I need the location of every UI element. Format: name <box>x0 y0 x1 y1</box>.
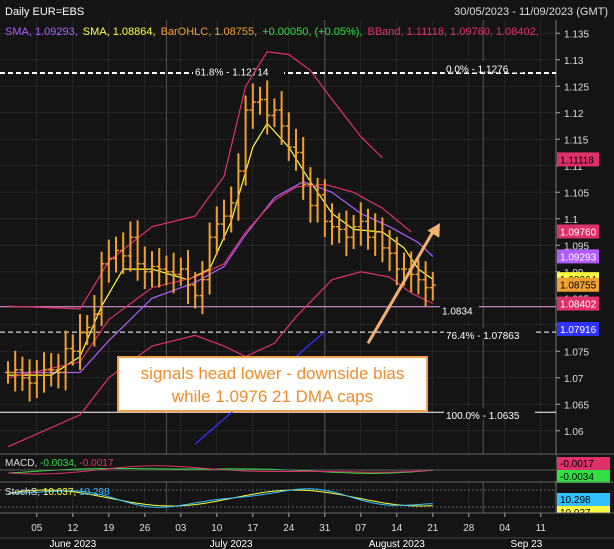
x-tick-label: 17 <box>247 523 259 534</box>
macd-legend: MACD, -0.0034, -0.0017 <box>5 458 114 469</box>
legend-entry: SMA, 1.09293, <box>5 26 78 38</box>
price-tag-label: 1.07916 <box>560 325 597 336</box>
legend-entry: +0.00050, (+0.05%), <box>262 26 362 38</box>
y-tick-label: 1.105 <box>564 188 589 199</box>
x-month-label: Sep 23 <box>511 539 543 549</box>
y-tick-label: 1.065 <box>564 400 589 411</box>
y-tick-label: 1.06 <box>564 427 584 438</box>
y-tick-label: 1.13 <box>564 56 584 67</box>
x-month-label: August 2023 <box>369 539 426 549</box>
price-tag-label: 1.11118 <box>560 155 594 166</box>
x-tick-label: 14 <box>391 523 403 534</box>
y-tick-label: 1.125 <box>564 82 589 93</box>
price-tag-label: 1.08755 <box>560 281 597 292</box>
legend-entry: SMA, 1.08864, <box>83 26 156 38</box>
date-range: 30/05/2023 - 11/09/2023 (GMT) <box>454 6 608 18</box>
y-tick-label: 1.1 <box>564 215 578 226</box>
indicator-legend: SMA, 1.09293, SMA, 1.08864, BarOHLC, 1.087… <box>5 26 539 38</box>
macd-tag-label: -0.0017 <box>560 459 594 470</box>
x-tick-label: 04 <box>499 523 511 534</box>
x-month-label: June 2023 <box>49 539 96 549</box>
price-tag-label: 1.08402 <box>560 300 597 311</box>
legend-entry: BBand, 1.11118, 1.09760, 1.08402, <box>367 26 538 38</box>
x-axis: 05 12 19 26 03 10 17 24 31 07 14 21 28 04 11 June 2023 J… <box>0 512 614 549</box>
y-tick-label: 1.12 <box>564 109 584 120</box>
y-tick-label: 1.115 <box>564 135 589 146</box>
price-tag-label: 1.09293 <box>560 252 597 263</box>
stochs-signal-value: 10.298 <box>79 487 110 498</box>
macd-signal-value: -0.0017 <box>79 458 113 469</box>
x-tick-label: 11 <box>536 523 547 534</box>
x-tick-label: 21 <box>427 523 439 534</box>
annotation-line-1: signals head lower - downside bias <box>140 364 405 383</box>
level-label: 61.8% - 1.12714 <box>195 68 269 79</box>
annotation-box: signals head lower - downside bias while… <box>117 356 428 412</box>
legend-entry: BarOHLC, 1.08755, <box>161 26 258 38</box>
x-tick-label: 19 <box>103 523 115 534</box>
level-label: 1.0834 <box>442 307 473 318</box>
chart-canvas: 0.0% - 1.1276 61.8% - 1.12714 1.0834 76.4% … <box>0 0 614 549</box>
x-tick-label: 05 <box>31 523 43 534</box>
macd-tag-label: -0.0034 <box>560 472 594 483</box>
y-tick-label: 1.07 <box>564 374 584 385</box>
chart-title: Daily EUR=EBS <box>5 6 84 18</box>
level-label: 0.0% - 1.1276 <box>446 64 509 75</box>
x-tick-label: 24 <box>283 523 295 534</box>
y-tick-label: 1.135 <box>564 29 589 40</box>
stochs-tag-label: 10.298 <box>560 495 591 506</box>
macd-label: MACD, <box>5 458 40 469</box>
level-label: 100.0% - 1.0635 <box>446 411 520 422</box>
x-tick-label: 10 <box>211 523 223 534</box>
x-tick-label: 07 <box>355 523 367 534</box>
x-tick-label: 31 <box>319 523 331 534</box>
level-label: 76.4% - 1.07863 <box>446 331 520 342</box>
price-tag-label: 1.09760 <box>560 227 597 238</box>
stochs-legend: StochS, 10.037, 10.298 <box>5 487 110 498</box>
y-tick-label: 1.075 <box>564 347 589 358</box>
chart-window: 0.0% - 1.1276 61.8% - 1.12714 1.0834 76.4% … <box>0 0 614 549</box>
macd-panel: MACD, -0.0034, -0.0017 -0.0017-0.0034 <box>0 453 614 483</box>
x-month-label: July 2023 <box>210 539 253 549</box>
stochs-label: StochS, <box>5 487 43 498</box>
x-tick-label: 28 <box>463 523 475 534</box>
x-tick-label: 12 <box>67 523 79 534</box>
macd-value: -0.0034, <box>40 458 79 469</box>
x-tick-label: 03 <box>175 523 187 534</box>
x-tick-label: 26 <box>139 523 151 534</box>
stochs-value: 10.037, <box>43 487 79 498</box>
annotation-line-2: while 1.0976 21 DMA caps <box>171 387 374 406</box>
